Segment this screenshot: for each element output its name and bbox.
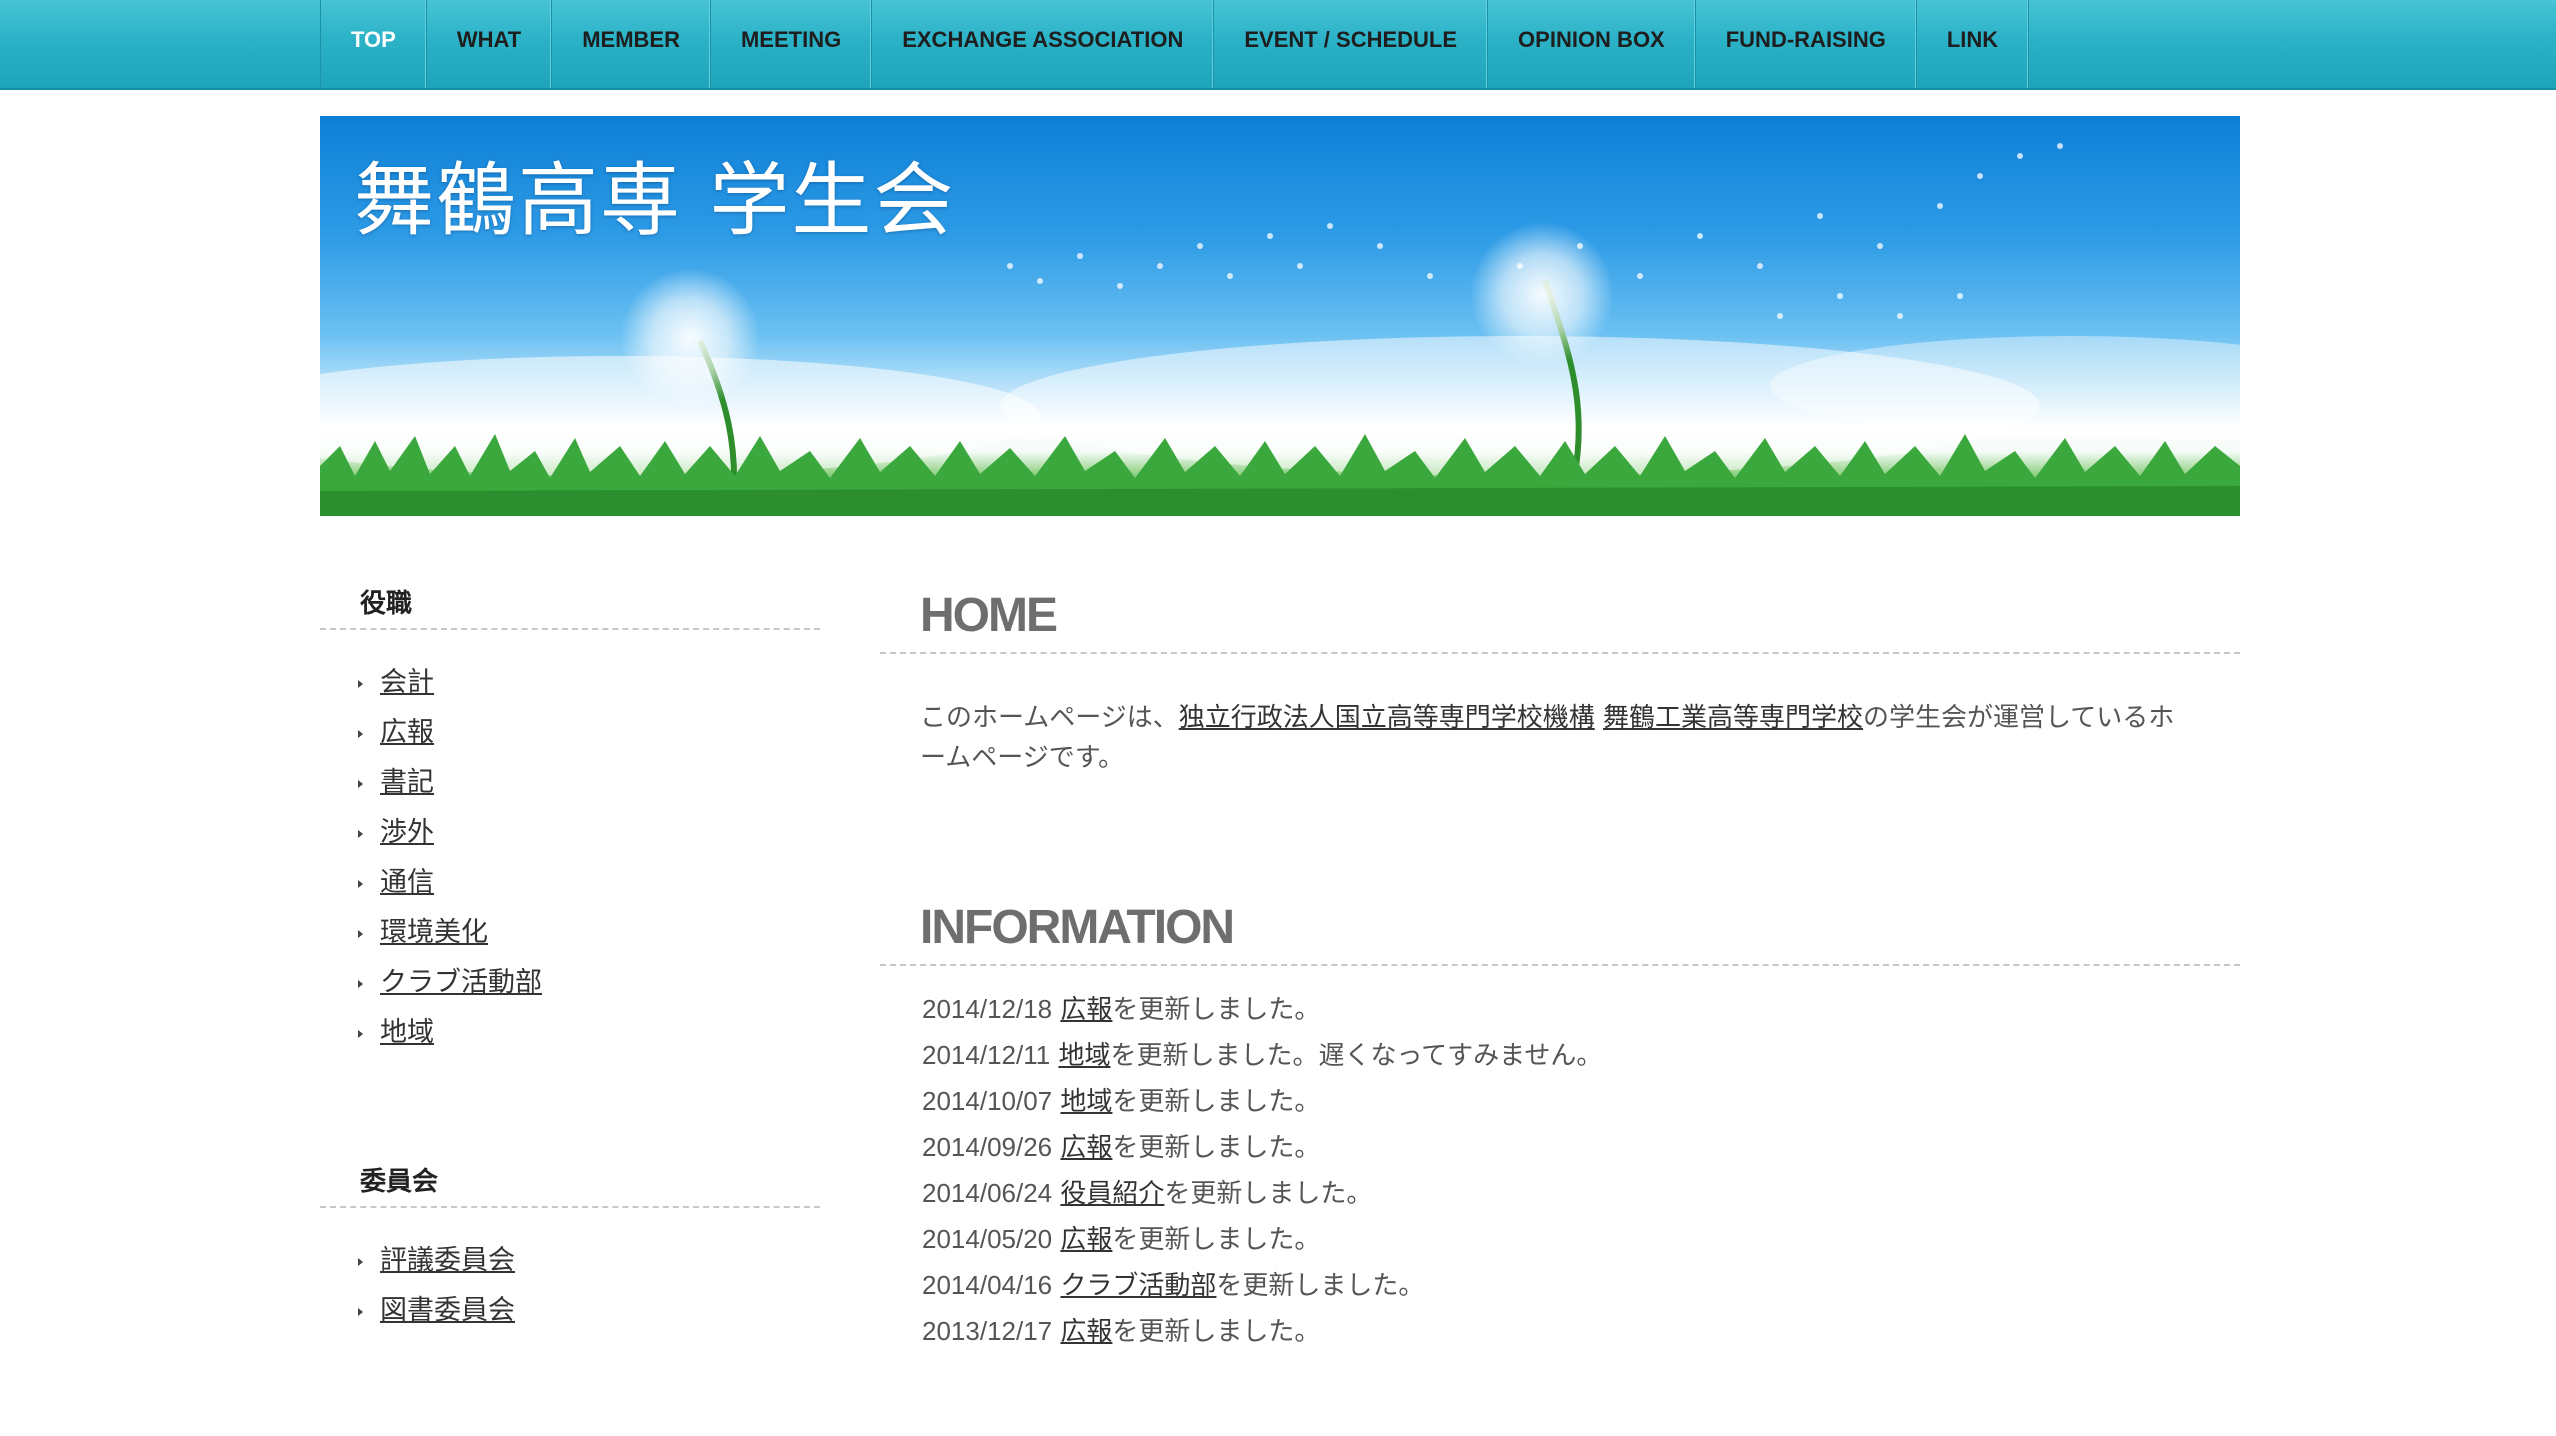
sidebar-link-library-committee[interactable]: 図書委員会 [380, 1295, 515, 1326]
nav-item-fund-raising[interactable]: FUND-RAISING [1696, 0, 1917, 88]
sidebar-item: 広報 [320, 708, 820, 758]
sidebar-link-accounting[interactable]: 会計 [380, 667, 434, 698]
nav-item-exchange-association[interactable]: EXCHANGE ASSOCIATION [872, 0, 1215, 88]
intro-space [1595, 703, 1603, 733]
info-date: 2014/09/26 [922, 1132, 1053, 1162]
nav-item-what[interactable]: WHAT [427, 0, 553, 88]
info-link[interactable]: 地域 [1058, 1041, 1110, 1071]
nav-item-meeting[interactable]: MEETING [711, 0, 873, 88]
info-text: を更新しました。遅くなってすみません。 [1110, 1041, 1603, 1071]
sidebar-link-liaison[interactable]: 渉外 [380, 817, 434, 848]
info-date: 2014/10/07 [922, 1086, 1053, 1116]
nav-item-member[interactable]: MEMBER [552, 0, 711, 88]
information-item: 2014/06/24 役員紹介を更新しました。 [922, 1170, 2240, 1216]
information-item: 2014/10/07 地域を更新しました。 [922, 1078, 2240, 1124]
information-item: 2014/09/26 広報を更新しました。 [922, 1124, 2240, 1170]
information-item: 2014/12/11 地域を更新しました。遅くなってすみません。 [922, 1032, 2240, 1078]
sidebar-section-positions: 役職 会計 広報 書記 渉外 通信 環境美化 クラブ活動部 地域 [320, 580, 820, 1058]
info-date: 2014/04/16 [922, 1270, 1053, 1300]
bullet-icon [358, 730, 363, 738]
information-heading: INFORMATION [880, 892, 2240, 966]
info-text: を更新しました。 [1112, 1087, 1321, 1117]
bullet-icon [358, 780, 363, 788]
sidebar-item: 通信 [320, 858, 820, 908]
nav-item-event-schedule[interactable]: EVENT / SCHEDULE [1214, 0, 1489, 88]
info-text: を更新しました。 [1216, 1271, 1425, 1301]
sidebar-link-club-activities[interactable]: クラブ活動部 [380, 967, 542, 998]
information-item: 2014/05/20 広報を更新しました。 [922, 1216, 2240, 1262]
sidebar-link-council-committee[interactable]: 評議委員会 [380, 1245, 515, 1276]
info-date: 2014/12/18 [922, 994, 1053, 1024]
sidebar: 役職 会計 広報 書記 渉外 通信 環境美化 クラブ活動部 地域 委員会 評議委… [320, 580, 820, 1436]
sidebar-link-secretary[interactable]: 書記 [380, 767, 434, 798]
info-text: を更新しました。 [1112, 1317, 1321, 1347]
top-navigation-bar: TOP WHAT MEMBER MEETING EXCHANGE ASSOCIA… [0, 0, 2556, 90]
info-date: 2013/12/17 [922, 1316, 1053, 1346]
bullet-icon [358, 1030, 363, 1038]
info-text: を更新しました。 [1112, 1225, 1321, 1255]
sidebar-link-communication[interactable]: 通信 [380, 867, 434, 898]
kosen-organization-link[interactable]: 独立行政法人国立高等専門学校機構 [1179, 703, 1595, 733]
site-title: 舞鶴高専 学生会 [354, 154, 956, 247]
sidebar-item: 評議委員会 [320, 1236, 820, 1286]
bullet-icon [358, 1258, 363, 1266]
info-link[interactable]: 地域 [1060, 1087, 1112, 1117]
information-item: 2013/12/17 広報を更新しました。 [922, 1308, 2240, 1354]
information-item: 2014/12/18 広報を更新しました。 [922, 986, 2240, 1032]
sidebar-list: 会計 広報 書記 渉外 通信 環境美化 クラブ活動部 地域 [320, 658, 820, 1058]
info-link[interactable]: 広報 [1060, 995, 1112, 1025]
info-text: を更新しました。 [1164, 1179, 1373, 1209]
info-date: 2014/06/24 [922, 1178, 1053, 1208]
sidebar-list: 評議委員会 図書委員会 [320, 1236, 820, 1336]
info-date: 2014/12/11 [922, 1040, 1051, 1070]
sidebar-item: 環境美化 [320, 908, 820, 958]
nav-item-top[interactable]: TOP [321, 0, 427, 88]
sidebar-link-environment[interactable]: 環境美化 [380, 917, 488, 948]
main-nav: TOP WHAT MEMBER MEETING EXCHANGE ASSOCIA… [320, 0, 2030, 88]
info-link[interactable]: 広報 [1060, 1133, 1112, 1163]
info-date: 2014/05/20 [922, 1224, 1053, 1254]
bullet-icon [358, 880, 363, 888]
nav-item-link[interactable]: LINK [1917, 0, 2030, 88]
nav-item-opinion-box[interactable]: OPINION BOX [1488, 0, 1696, 88]
bullet-icon [358, 830, 363, 838]
information-list: 2014/12/18 広報を更新しました。 2014/12/11 地域を更新しま… [880, 986, 2240, 1354]
sidebar-item: 会計 [320, 658, 820, 708]
sidebar-item: クラブ活動部 [320, 958, 820, 1008]
info-text: を更新しました。 [1112, 995, 1321, 1025]
sidebar-heading: 役職 [320, 580, 820, 630]
sidebar-item: 書記 [320, 758, 820, 808]
bullet-icon [358, 930, 363, 938]
maizuru-college-link[interactable]: 舞鶴工業高等専門学校 [1603, 703, 1863, 733]
sidebar-link-community[interactable]: 地域 [380, 1017, 434, 1048]
header-banner: 舞鶴高専 学生会 [320, 116, 2240, 516]
info-text: を更新しました。 [1112, 1133, 1321, 1163]
information-item: 2014/04/16 クラブ活動部を更新しました。 [922, 1262, 2240, 1308]
main-content: HOME このホームページは、独立行政法人国立高等専門学校機構 舞鶴工業高等専門… [880, 580, 2240, 1354]
info-link[interactable]: 役員紹介 [1060, 1179, 1164, 1209]
bullet-icon [358, 980, 363, 988]
info-link[interactable]: クラブ活動部 [1060, 1271, 1216, 1301]
intro-text: このホームページは、独立行政法人国立高等専門学校機構 舞鶴工業高等専門学校の学生… [920, 698, 2200, 778]
intro-prefix: このホームページは、 [920, 703, 1179, 733]
sidebar-link-publicity[interactable]: 広報 [380, 717, 434, 748]
bullet-icon [358, 680, 363, 688]
sidebar-heading: 委員会 [320, 1158, 820, 1208]
info-link[interactable]: 広報 [1060, 1225, 1112, 1255]
bullet-icon [358, 1308, 363, 1316]
info-link[interactable]: 広報 [1060, 1317, 1112, 1347]
sidebar-item: 渉外 [320, 808, 820, 858]
sidebar-item: 図書委員会 [320, 1286, 820, 1336]
home-heading: HOME [880, 580, 2240, 654]
sidebar-item: 地域 [320, 1008, 820, 1058]
sidebar-section-committees: 委員会 評議委員会 図書委員会 [320, 1158, 820, 1336]
